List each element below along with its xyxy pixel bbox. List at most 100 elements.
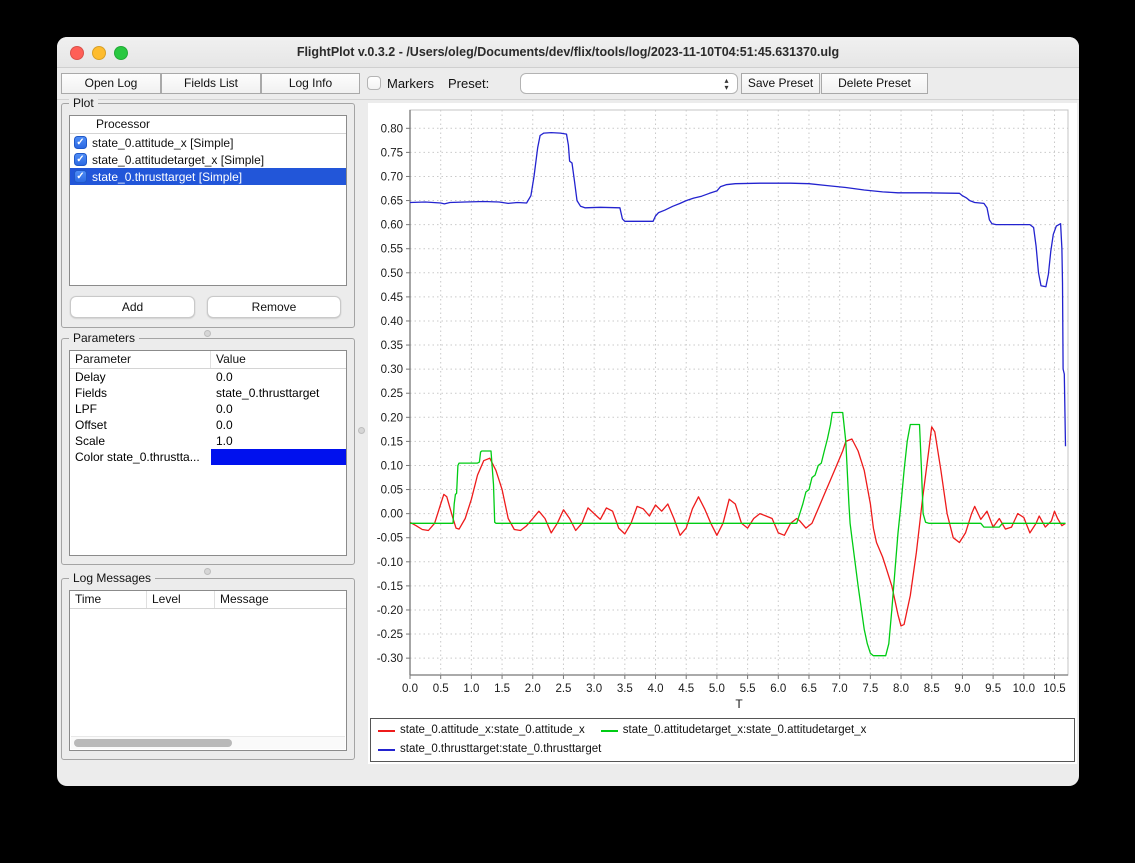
title-bar: FlightPlot v.0.3.2 - /Users/oleg/Documen… xyxy=(57,37,1079,68)
parameter-name: Offset xyxy=(70,417,211,433)
log-info-button[interactable]: Log Info xyxy=(261,73,360,94)
processor-row[interactable]: ✓ state_0.thrusttarget [Simple] xyxy=(70,168,346,185)
svg-text:1.0: 1.0 xyxy=(463,683,479,695)
svg-text:-0.05: -0.05 xyxy=(377,533,403,545)
svg-text:8.5: 8.5 xyxy=(924,683,940,695)
plot-panel: Plot Processor ✓state_0.attitude_x [Simp… xyxy=(61,103,355,328)
parameter-row[interactable]: Color state_0.thrustta... xyxy=(70,449,346,465)
parameter-value: state_0.thrusttarget xyxy=(211,385,346,401)
processor-list[interactable]: Processor ✓ state_0.attitude_x [Simple] ✓ s… xyxy=(69,115,347,286)
processor-row-label: state_0.attitude_x [Simple] xyxy=(92,136,233,150)
parameter-column-header[interactable]: Parameter xyxy=(70,351,211,368)
legend-line-icon xyxy=(378,749,395,751)
svg-text:7.0: 7.0 xyxy=(832,683,848,695)
svg-text:2.5: 2.5 xyxy=(555,683,571,695)
parameters-table[interactable]: Parameter Value Delay0.0Fieldsstate_0.th… xyxy=(69,350,347,556)
processor-list-body: ✓ state_0.attitude_x [Simple] ✓ state_0.att… xyxy=(70,134,346,185)
toolbar: Open Log Fields List Log Info Markers Pr… xyxy=(57,68,1079,100)
row-checkbox[interactable]: ✓ xyxy=(74,170,87,183)
parameters-table-header: Parameter Value xyxy=(70,351,346,369)
remove-button[interactable]: Remove xyxy=(207,296,341,318)
svg-text:0.75: 0.75 xyxy=(381,147,403,159)
legend-line-icon xyxy=(378,730,395,732)
minimize-button-icon[interactable] xyxy=(92,46,106,60)
parameters-table-body: Delay0.0Fieldsstate_0.thrusttargetLPF0.0… xyxy=(70,369,346,465)
markers-label: Markers xyxy=(387,76,434,91)
processor-row[interactable]: ✓ state_0.attitude_x [Simple] xyxy=(70,134,346,151)
message-column-header[interactable]: Message xyxy=(215,591,346,608)
svg-text:0.60: 0.60 xyxy=(381,220,403,232)
close-button-icon[interactable] xyxy=(70,46,84,60)
parameter-row[interactable]: Offset0.0 xyxy=(70,417,346,433)
svg-text:7.5: 7.5 xyxy=(862,683,878,695)
level-column-header[interactable]: Level xyxy=(147,591,215,608)
time-column-header[interactable]: Time xyxy=(70,591,147,608)
svg-text:-0.15: -0.15 xyxy=(377,581,403,593)
parameter-name: Delay xyxy=(70,369,211,385)
log-messages-panel: Log Messages Time Level Message xyxy=(61,578,355,760)
delete-preset-button[interactable]: Delete Preset xyxy=(821,73,928,94)
svg-text:5.5: 5.5 xyxy=(740,683,756,695)
parameter-row[interactable]: Delay0.0 xyxy=(70,369,346,385)
log-messages-panel-title: Log Messages xyxy=(69,571,155,585)
parameter-value: 1.0 xyxy=(211,433,346,449)
parameter-row[interactable]: LPF0.0 xyxy=(70,401,346,417)
preset-combobox[interactable]: ▴▾ xyxy=(520,73,738,94)
chart-panel[interactable]: 0.800.750.700.650.600.550.500.450.400.35… xyxy=(368,103,1077,764)
svg-text:0.25: 0.25 xyxy=(381,388,403,400)
processor-column-header[interactable]: Processor xyxy=(70,116,346,134)
zoom-button-icon[interactable] xyxy=(114,46,128,60)
legend-item: state_0.attitudetarget_x:state_0.attitud… xyxy=(601,721,867,740)
processor-row-label: state_0.thrusttarget [Simple] xyxy=(92,170,242,184)
scrollbar-thumb[interactable] xyxy=(74,739,232,747)
splitter-handle[interactable] xyxy=(358,427,365,434)
svg-text:0.40: 0.40 xyxy=(381,316,403,328)
chart-legend: state_0.attitude_x:state_0.attitude_xsta… xyxy=(370,718,1075,762)
svg-text:-0.30: -0.30 xyxy=(377,653,403,665)
svg-text:9.0: 9.0 xyxy=(954,683,970,695)
preset-input[interactable] xyxy=(527,76,715,91)
log-table-header: Time Level Message xyxy=(70,591,346,609)
fields-list-button[interactable]: Fields List xyxy=(161,73,261,94)
splitter-handle[interactable] xyxy=(204,330,211,337)
parameter-name: Scale xyxy=(70,433,211,449)
save-preset-button[interactable]: Save Preset xyxy=(741,73,820,94)
splitter-handle[interactable] xyxy=(204,568,211,575)
svg-text:3.5: 3.5 xyxy=(617,683,633,695)
app-window: FlightPlot v.0.3.2 - /Users/oleg/Documen… xyxy=(57,37,1079,786)
processor-row[interactable]: ✓ state_0.attitudetarget_x [Simple] xyxy=(70,151,346,168)
svg-text:1.5: 1.5 xyxy=(494,683,510,695)
svg-text:0.35: 0.35 xyxy=(381,340,403,352)
combo-stepper-icon[interactable]: ▴▾ xyxy=(719,75,734,92)
legend-label: state_0.attitude_x:state_0.attitude_x xyxy=(400,721,585,740)
svg-text:0.80: 0.80 xyxy=(381,123,403,135)
parameter-row[interactable]: Fieldsstate_0.thrusttarget xyxy=(70,385,346,401)
svg-text:0.30: 0.30 xyxy=(381,364,403,376)
row-checkbox[interactable]: ✓ xyxy=(74,153,87,166)
add-button[interactable]: Add xyxy=(70,296,195,318)
legend-item: state_0.thrusttarget:state_0.thrusttarge… xyxy=(378,740,601,759)
horizontal-scrollbar[interactable] xyxy=(71,736,345,749)
legend-item: state_0.attitude_x:state_0.attitude_x xyxy=(378,721,585,740)
color-swatch[interactable] xyxy=(211,449,346,465)
traffic-lights xyxy=(70,46,128,60)
svg-text:10.5: 10.5 xyxy=(1043,683,1065,695)
legend-label: state_0.thrusttarget:state_0.thrusttarge… xyxy=(400,740,601,759)
open-log-button[interactable]: Open Log xyxy=(61,73,161,94)
markers-checkbox[interactable] xyxy=(367,76,381,90)
chart-svg: 0.800.750.700.650.600.550.500.450.400.35… xyxy=(368,103,1077,716)
legend-line-icon xyxy=(601,730,618,732)
parameter-row[interactable]: Scale1.0 xyxy=(70,433,346,449)
value-column-header[interactable]: Value xyxy=(211,351,346,368)
svg-text:5.0: 5.0 xyxy=(709,683,725,695)
parameter-name: Color state_0.thrustta... xyxy=(70,449,211,465)
log-messages-table[interactable]: Time Level Message xyxy=(69,590,347,751)
parameters-panel-title: Parameters xyxy=(69,331,139,345)
svg-text:-0.25: -0.25 xyxy=(377,629,403,641)
svg-text:0.70: 0.70 xyxy=(381,171,403,183)
svg-text:4.5: 4.5 xyxy=(678,683,694,695)
row-checkbox[interactable]: ✓ xyxy=(74,136,87,149)
svg-text:8.0: 8.0 xyxy=(893,683,909,695)
parameter-value: 0.0 xyxy=(211,417,346,433)
processor-row-label: state_0.attitudetarget_x [Simple] xyxy=(92,153,264,167)
